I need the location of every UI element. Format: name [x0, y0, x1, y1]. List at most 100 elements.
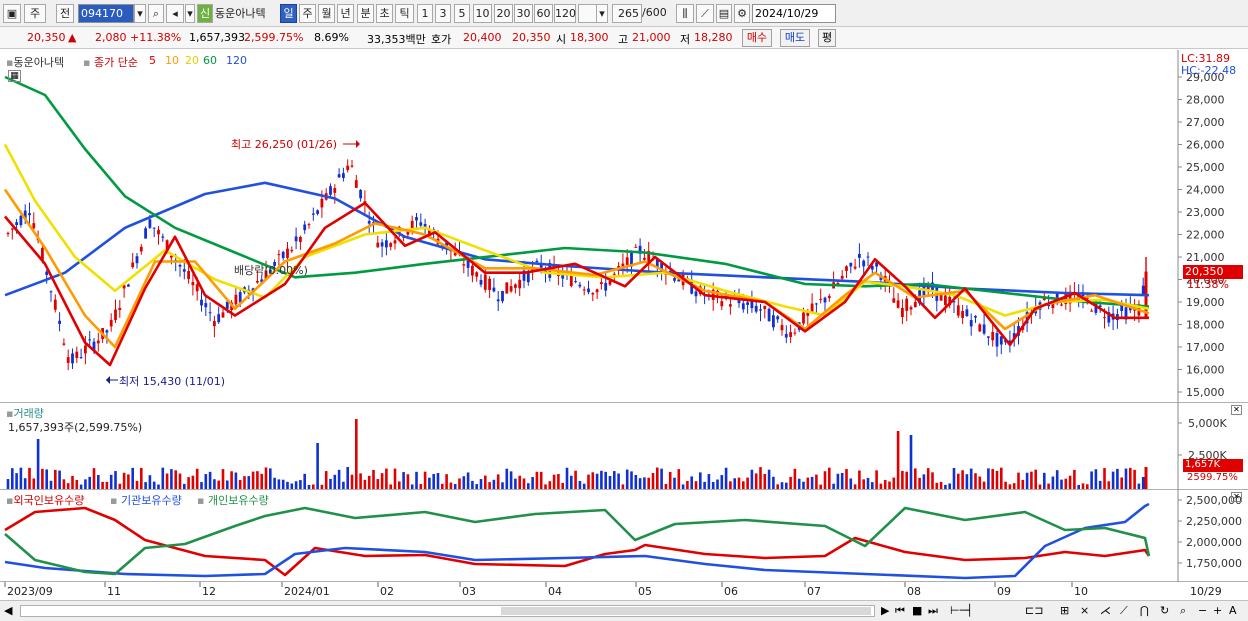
- interval-60[interactable]: 60: [534, 4, 553, 23]
- volume-bar: [793, 468, 797, 489]
- volume-bar: [62, 479, 66, 489]
- volume-bar: [1021, 479, 1025, 489]
- candle-body: [376, 242, 380, 248]
- candle-body: [840, 275, 844, 279]
- font-size-icon[interactable]: A: [1229, 604, 1237, 617]
- magnet-icon[interactable]: ⋂: [1140, 604, 1149, 617]
- period-jump-button[interactable]: 주: [24, 4, 46, 23]
- volume-bar: [488, 482, 491, 489]
- tab-year[interactable]: 년: [337, 4, 354, 23]
- scroll-thumb[interactable]: [501, 607, 871, 615]
- candle-body: [114, 309, 117, 321]
- low-price: 18,280: [694, 31, 733, 44]
- zoom-slider-icon[interactable]: ⊢─┤: [950, 604, 973, 617]
- candle-body: [776, 316, 780, 320]
- tab-month[interactable]: 월: [318, 4, 335, 23]
- interval-5[interactable]: 5: [454, 4, 470, 23]
- plus-icon[interactable]: +: [1213, 604, 1222, 617]
- speaker-dropdown-icon[interactable]: ▾: [185, 4, 195, 23]
- tab-day[interactable]: 일: [280, 4, 297, 23]
- volume-bar: [686, 480, 689, 489]
- grid-icon[interactable]: ⊞: [1060, 604, 1069, 617]
- minus-icon[interactable]: −: [1198, 604, 1207, 617]
- volume-bar: [613, 471, 616, 489]
- horizontal-scrollbar[interactable]: [20, 605, 875, 617]
- volume-panel[interactable]: 5,000K 2,500K ▪거래량 1,657,393주(2,599.75%) …: [0, 403, 1248, 490]
- eval-button[interactable]: 평: [818, 29, 836, 47]
- panel-close-icon[interactable]: ✕: [1231, 405, 1242, 415]
- interval-20[interactable]: 20: [494, 4, 513, 23]
- interval-dropdown-icon[interactable]: ▾: [596, 4, 608, 23]
- interval-1[interactable]: 1: [417, 4, 433, 23]
- holdings-chart[interactable]: 2,500,0002,250,0002,000,0001,750,000: [0, 490, 1248, 582]
- volume-bar: [342, 481, 345, 489]
- candle-body: [19, 215, 23, 226]
- buy-button[interactable]: 매수: [742, 29, 772, 47]
- volume-bar: [763, 473, 767, 489]
- volume-bar: [11, 468, 14, 489]
- first-icon[interactable]: ⏮: [895, 604, 905, 618]
- save-icon[interactable]: ▤: [716, 4, 732, 23]
- zoom-icon[interactable]: ⌕: [1180, 604, 1186, 618]
- table-icon[interactable]: ▦: [8, 70, 21, 82]
- candle-body: [49, 291, 53, 293]
- candle-style-icon[interactable]: ⫼: [676, 4, 694, 23]
- interval-3[interactable]: 3: [435, 4, 451, 23]
- window-icon[interactable]: ▣: [3, 4, 21, 23]
- stop-icon[interactable]: ■: [912, 604, 922, 617]
- volume-tag: 1,657K: [1183, 459, 1243, 472]
- speaker-icon[interactable]: ◂: [166, 4, 184, 23]
- volume-chart[interactable]: 5,000K2,500K: [0, 403, 1248, 490]
- stock-code-input[interactable]: [78, 4, 134, 23]
- volume-bar: [810, 476, 814, 489]
- interval-10[interactable]: 10: [473, 4, 492, 23]
- tab-week[interactable]: 주: [299, 4, 316, 23]
- x-tick-label: 10: [1074, 585, 1088, 598]
- price-tick-label: 28,000: [1186, 94, 1225, 107]
- bar-count-input[interactable]: 265: [612, 4, 642, 23]
- prev-button[interactable]: 전: [56, 4, 74, 23]
- scroll-right-icon[interactable]: ▶: [881, 604, 889, 617]
- sell-button[interactable]: 매도: [780, 29, 810, 47]
- trend-tool-icon[interactable]: ⟋: [696, 4, 714, 23]
- price-panel[interactable]: 29,000 28,000 27,000 26,000 25,000 24,000 23,0…: [0, 50, 1248, 403]
- gear-icon[interactable]: ⚙: [734, 4, 750, 23]
- layout-icon[interactable]: ⊏⊐: [1025, 604, 1043, 617]
- holdings-panel[interactable]: 2,500,000 2,250,000 2,000,000 1,750,000 ▪외국…: [0, 490, 1248, 582]
- tab-second[interactable]: 초: [376, 4, 393, 23]
- tab-minute[interactable]: 분: [357, 4, 374, 23]
- candle-body: [84, 345, 87, 354]
- volume-bar: [316, 443, 319, 489]
- candle-body: [772, 315, 775, 328]
- last-icon[interactable]: ⏭: [928, 604, 938, 618]
- date-input[interactable]: [752, 4, 836, 23]
- interval-30[interactable]: 30: [514, 4, 533, 23]
- candle-body: [810, 303, 814, 312]
- volume-bar: [518, 475, 521, 489]
- candle-body: [612, 273, 616, 275]
- price-chart[interactable]: 29,00028,00027,00026,00025,00024,00023,0…: [0, 50, 1248, 403]
- volume-bar: [393, 468, 397, 489]
- holdings-close-icon[interactable]: ✕: [1231, 492, 1242, 502]
- crosshair-icon[interactable]: ⨯: [1080, 604, 1089, 617]
- search-icon[interactable]: ⌕: [148, 4, 164, 23]
- high-annotation: 최고 26,250 (01/26): [231, 138, 338, 151]
- volume-bar: [484, 475, 487, 489]
- volume-bar: [428, 477, 431, 489]
- volume-bar: [509, 471, 513, 489]
- draw-icon[interactable]: ⋌: [1100, 604, 1111, 617]
- volume-bar: [6, 479, 10, 489]
- candle-body: [294, 236, 298, 242]
- volume-bar: [471, 480, 474, 489]
- line-tool-icon[interactable]: ⟋: [1120, 604, 1128, 618]
- candle-body: [161, 236, 165, 238]
- candle-body: [978, 324, 982, 332]
- volume-bar: [617, 473, 620, 489]
- tab-tick[interactable]: 틱: [395, 4, 414, 23]
- candle-body: [509, 286, 513, 292]
- code-dropdown-icon[interactable]: ▾: [134, 4, 146, 23]
- interval-120[interactable]: 120: [554, 4, 576, 23]
- refresh-icon[interactable]: ↻: [1160, 604, 1169, 617]
- scroll-left-icon[interactable]: ◀: [4, 604, 12, 617]
- volume-bar: [178, 473, 182, 489]
